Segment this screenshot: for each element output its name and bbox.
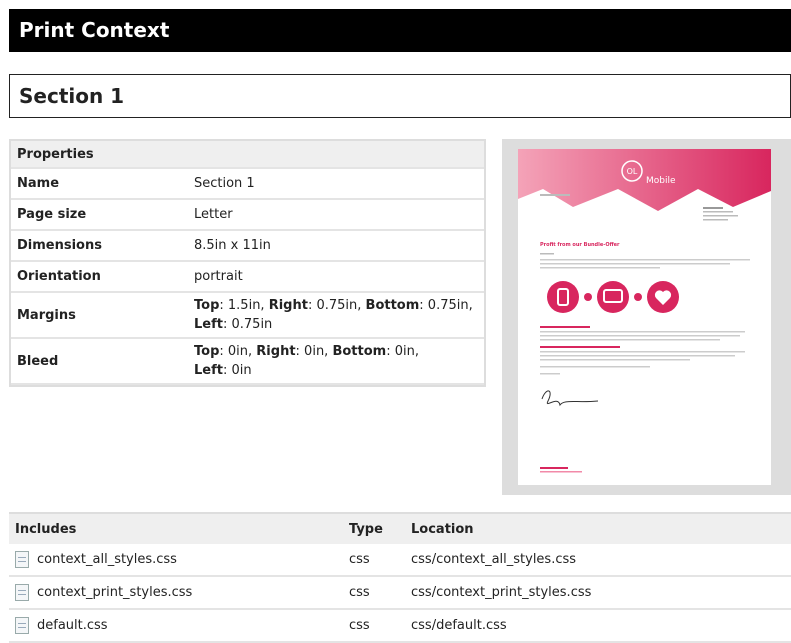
includes-header-row: Includes Type Location	[9, 514, 791, 544]
address-line	[703, 219, 728, 221]
property-row-margins: Margins Top: 1.5in, Right: 0.75in, Botto…	[11, 293, 484, 339]
property-key: Page size	[11, 200, 188, 231]
footer-line	[540, 471, 582, 473]
address-line	[703, 215, 738, 217]
bleed-top-label: Top	[194, 344, 220, 359]
tv-icon	[597, 281, 629, 313]
text-line	[540, 366, 650, 368]
property-row: Dimensions 8.5in x 11in	[11, 231, 484, 262]
address-line	[703, 211, 733, 213]
signature	[541, 390, 599, 407]
property-key: Name	[11, 169, 188, 200]
includes-table: Includes Type Location context_all_style…	[9, 512, 791, 643]
margin-top-value: : 1.5in,	[219, 298, 269, 313]
phone-icon	[547, 281, 579, 313]
text-line	[540, 253, 554, 255]
margin-top-label: Top	[194, 298, 220, 313]
property-value: portrait	[188, 262, 484, 293]
include-type: css	[343, 577, 405, 610]
include-location: css/default.css	[405, 610, 791, 643]
bleed-bottom-label: Bottom	[332, 344, 387, 359]
preview-headline: Profit from our Bundle-Offer	[540, 242, 620, 248]
include-row[interactable]: context_all_styles.css css css/context_a…	[9, 544, 791, 577]
margin-bottom-value: : 0.75in,	[419, 298, 473, 313]
bleed-right-value: : 0in,	[295, 344, 333, 359]
property-row-bleed: Bleed Top: 0in, Right: 0in, Bottom: 0in,…	[11, 339, 484, 385]
include-type: css	[343, 610, 405, 643]
property-row: Orientation portrait	[11, 262, 484, 293]
section-heading: Section 1	[9, 74, 791, 118]
margin-left-value: : 0.75in	[222, 317, 273, 332]
margin-right-value: : 0.75in,	[307, 298, 366, 313]
properties-table: Properties Name Section 1 Page size Lett…	[9, 139, 486, 387]
date-line	[540, 194, 570, 196]
preview-letter-graphic: OL Mobile Profit from our Bundle-Offer	[518, 149, 771, 473]
text-line	[540, 355, 735, 357]
bleed-right-label: Right	[256, 344, 296, 359]
property-key: Margins	[11, 293, 188, 339]
include-row[interactable]: context_print_styles.css css css/context…	[9, 577, 791, 610]
text-line	[540, 339, 720, 341]
address-line	[703, 207, 723, 209]
property-key: Orientation	[11, 262, 188, 293]
bleed-value: Top: 0in, Right: 0in, Bottom: 0in, Left: …	[188, 339, 484, 385]
property-key: Bleed	[11, 339, 188, 385]
logo-ol: OL	[627, 167, 638, 176]
header-banner	[518, 149, 771, 211]
property-row: Name Section 1	[11, 169, 484, 200]
margin-left-label: Left	[194, 317, 223, 332]
property-value: Letter	[188, 200, 484, 231]
property-key: Dimensions	[11, 231, 188, 262]
margin-right-label: Right	[268, 298, 308, 313]
text-line	[540, 373, 560, 375]
properties-header-row: Properties	[11, 141, 484, 169]
include-name: default.css	[37, 618, 108, 633]
preview-page: OL Mobile Profit from our Bundle-Offer	[518, 149, 771, 485]
file-icon	[15, 584, 29, 601]
property-row: Page size Letter	[11, 200, 484, 231]
logo-text: Mobile	[646, 176, 676, 186]
property-value: Section 1	[188, 169, 484, 200]
equals-icon	[634, 293, 642, 301]
bleed-left-value: : 0in	[222, 363, 252, 378]
text-line	[540, 259, 750, 261]
bleed-top-value: : 0in,	[219, 344, 257, 359]
page-title: Print Context	[9, 9, 791, 52]
col-location: Location	[405, 514, 791, 544]
text-line	[540, 263, 730, 265]
subheading-line	[540, 346, 620, 348]
text-line	[540, 331, 745, 333]
text-line	[540, 359, 690, 361]
property-value: 8.5in x 11in	[188, 231, 484, 262]
page-preview: OL Mobile Profit from our Bundle-Offer	[502, 139, 791, 495]
col-type: Type	[343, 514, 405, 544]
margin-bottom-label: Bottom	[365, 298, 420, 313]
bleed-bottom-value: : 0in,	[386, 344, 419, 359]
include-name-cell: default.css	[9, 610, 343, 643]
include-row[interactable]: default.css css css/default.css	[9, 610, 791, 643]
footer-line	[540, 467, 568, 469]
include-name: context_print_styles.css	[37, 585, 193, 600]
margins-value: Top: 1.5in, Right: 0.75in, Bottom: 0.75i…	[188, 293, 484, 339]
include-name-cell: context_all_styles.css	[9, 544, 343, 577]
text-line	[540, 351, 745, 353]
plus-icon	[584, 293, 592, 301]
file-icon	[15, 617, 29, 634]
include-location: css/context_print_styles.css	[405, 577, 791, 610]
bleed-left-label: Left	[194, 363, 223, 378]
text-line	[540, 335, 740, 337]
file-icon	[15, 551, 29, 568]
properties-header: Properties	[11, 141, 484, 169]
text-line	[540, 267, 660, 269]
subheading-line	[540, 326, 590, 328]
col-includes: Includes	[9, 514, 343, 544]
include-location: css/context_all_styles.css	[405, 544, 791, 577]
include-name-cell: context_print_styles.css	[9, 577, 343, 610]
include-name: context_all_styles.css	[37, 552, 177, 567]
include-type: css	[343, 544, 405, 577]
